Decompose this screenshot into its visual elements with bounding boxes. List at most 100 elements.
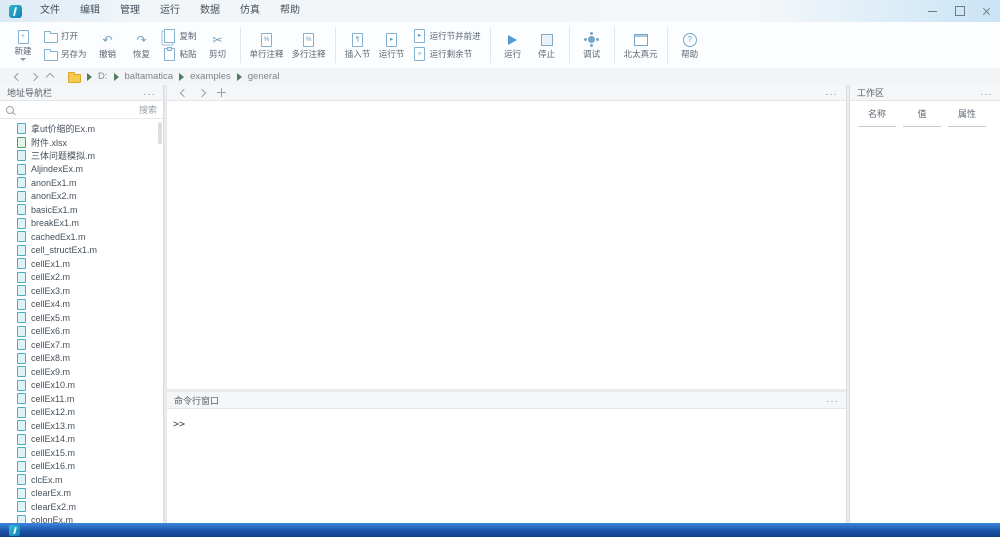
workspace-column-header[interactable]: 名称 xyxy=(858,105,896,127)
file-item[interactable]: cellEx7.m xyxy=(0,338,163,352)
file-item[interactable]: cellEx9.m xyxy=(0,365,163,379)
file-icon xyxy=(17,231,26,242)
workspace-column-header[interactable]: 值 xyxy=(903,105,941,127)
nav-forward-button[interactable] xyxy=(26,74,42,80)
run-section-button[interactable]: 运行节 xyxy=(375,22,409,68)
menu-item[interactable]: 文件 xyxy=(30,0,70,22)
comment-block-button[interactable]: 多行注释 xyxy=(288,22,330,68)
open-folder-button[interactable]: 打开 xyxy=(40,27,91,45)
command-window-more-options-icon[interactable] xyxy=(826,391,839,409)
navigator-header: 地址导航栏 xyxy=(0,85,163,101)
redo-button[interactable]: ↷恢复 xyxy=(125,22,159,68)
file-item[interactable]: basicEx1.m xyxy=(0,203,163,217)
tab-scroll-right-button[interactable] xyxy=(193,90,211,96)
file-item[interactable]: cachedEx1.m xyxy=(0,230,163,244)
workspace-column-header[interactable]: 属性 xyxy=(948,105,986,127)
toolbar-group: 运行停止 xyxy=(496,22,564,68)
file-item[interactable]: cellEx3.m xyxy=(0,284,163,298)
menu-item[interactable]: 运行 xyxy=(150,0,190,22)
insert-section-button[interactable]: 插入节 xyxy=(341,22,375,68)
file-icon xyxy=(17,461,26,472)
file-item[interactable]: 拿ut价缩的Ex.m xyxy=(0,122,163,136)
file-item[interactable]: clcEx.m xyxy=(0,473,163,487)
file-item[interactable]: anonEx1.m xyxy=(0,176,163,190)
cut-button[interactable]: ✂剪切 xyxy=(201,22,235,68)
scrollbar-thumb[interactable] xyxy=(158,122,162,144)
copy-button[interactable]: 复制 xyxy=(159,27,201,45)
search-input[interactable] xyxy=(18,105,157,115)
minimize-button[interactable] xyxy=(919,0,946,22)
file-item[interactable]: colonEx.m xyxy=(0,514,163,524)
toolbar-group: 单行注释多行注释 xyxy=(246,22,330,68)
file-item[interactable]: breakEx1.m xyxy=(0,217,163,231)
menu-item[interactable]: 编辑 xyxy=(70,0,110,22)
save-as-button[interactable]: 另存为 xyxy=(40,45,91,63)
new-doc-button[interactable]: 新建 xyxy=(6,22,40,68)
maximize-button[interactable] xyxy=(946,0,973,22)
stop-button[interactable]: 停止 xyxy=(530,22,564,68)
breadcrumb-segment[interactable]: D: xyxy=(98,71,108,82)
help-book-button[interactable]: ?帮助 xyxy=(673,22,707,68)
file-item[interactable]: cellEx6.m xyxy=(0,325,163,339)
file-icon xyxy=(17,177,26,188)
file-item[interactable]: cellEx10.m xyxy=(0,379,163,393)
toolbar-group: 新建打开另存为↶撤销↷恢复复制粘贴✂剪切 xyxy=(6,22,235,68)
run-remaining-sections-icon xyxy=(413,47,427,61)
file-item[interactable]: clearEx2.m xyxy=(0,500,163,514)
breadcrumb-segment[interactable]: baltamatica xyxy=(125,71,174,82)
up-icon xyxy=(46,72,54,80)
undo-button[interactable]: ↶撤销 xyxy=(91,22,125,68)
help-book-icon: ? xyxy=(683,32,697,48)
back-icon xyxy=(14,72,22,80)
toolbar-separator xyxy=(335,27,336,63)
paste-button[interactable]: 粘贴 xyxy=(159,45,201,63)
navigator-more-options-icon[interactable] xyxy=(143,85,156,102)
file-item[interactable]: 三体问题模拟.m xyxy=(0,149,163,163)
toolbar-stacked-buttons: 运行节并前进运行剩余节 xyxy=(409,22,485,68)
file-item[interactable]: cellEx11.m xyxy=(0,392,163,406)
debug-button[interactable]: 调试 xyxy=(575,22,609,68)
nav-up-button[interactable] xyxy=(42,74,58,80)
command-window-title: 命令行窗口 xyxy=(174,394,219,407)
close-button[interactable] xyxy=(973,0,1000,22)
debug-icon xyxy=(588,32,595,48)
file-item[interactable]: clearEx.m xyxy=(0,487,163,501)
file-item[interactable]: cellEx1.m xyxy=(0,257,163,271)
plus-icon xyxy=(217,88,226,97)
run-remaining-sections-button[interactable]: 运行剩余节 xyxy=(409,45,485,63)
menu-item[interactable]: 管理 xyxy=(110,0,150,22)
breadcrumb-segment[interactable]: examples xyxy=(190,71,231,82)
nav-back-button[interactable] xyxy=(10,74,26,80)
menu-item[interactable]: 数据 xyxy=(190,0,230,22)
new-tab-button[interactable] xyxy=(211,88,232,97)
file-item[interactable]: cellEx15.m xyxy=(0,446,163,460)
tab-scroll-left-button[interactable] xyxy=(175,90,193,96)
file-item[interactable]: anonEx2.m xyxy=(0,190,163,204)
menu-item[interactable]: 仿真 xyxy=(230,0,270,22)
taskbar-app-icon[interactable] xyxy=(9,525,20,536)
editor-content[interactable] xyxy=(167,101,846,389)
file-item[interactable]: cellEx5.m xyxy=(0,311,163,325)
command-window-input-area[interactable]: >> xyxy=(167,409,846,523)
baltam-window-button[interactable]: 北太真元 xyxy=(620,22,662,68)
file-icon xyxy=(17,245,26,256)
file-icon xyxy=(17,515,26,523)
run-icon xyxy=(508,32,517,48)
file-item[interactable]: cellEx14.m xyxy=(0,433,163,447)
menu-item[interactable]: 帮助 xyxy=(270,0,310,22)
comment-line-button[interactable]: 单行注释 xyxy=(246,22,288,68)
run-section-advance-button[interactable]: 运行节并前进 xyxy=(409,27,485,45)
file-item[interactable]: AljindexEx.m xyxy=(0,163,163,177)
file-item[interactable]: cell_structEx1.m xyxy=(0,244,163,258)
file-item[interactable]: cellEx13.m xyxy=(0,419,163,433)
file-item[interactable]: cellEx8.m xyxy=(0,352,163,366)
run-button[interactable]: 运行 xyxy=(496,22,530,68)
breadcrumb-segment[interactable]: general xyxy=(248,71,280,82)
file-item[interactable]: cellEx16.m xyxy=(0,460,163,474)
file-item[interactable]: cellEx4.m xyxy=(0,298,163,312)
file-item[interactable]: 附件.xlsx xyxy=(0,136,163,150)
workspace-more-options-icon[interactable] xyxy=(980,84,993,102)
file-item[interactable]: cellEx12.m xyxy=(0,406,163,420)
editor-more-options-icon[interactable] xyxy=(825,84,838,102)
file-item[interactable]: cellEx2.m xyxy=(0,271,163,285)
